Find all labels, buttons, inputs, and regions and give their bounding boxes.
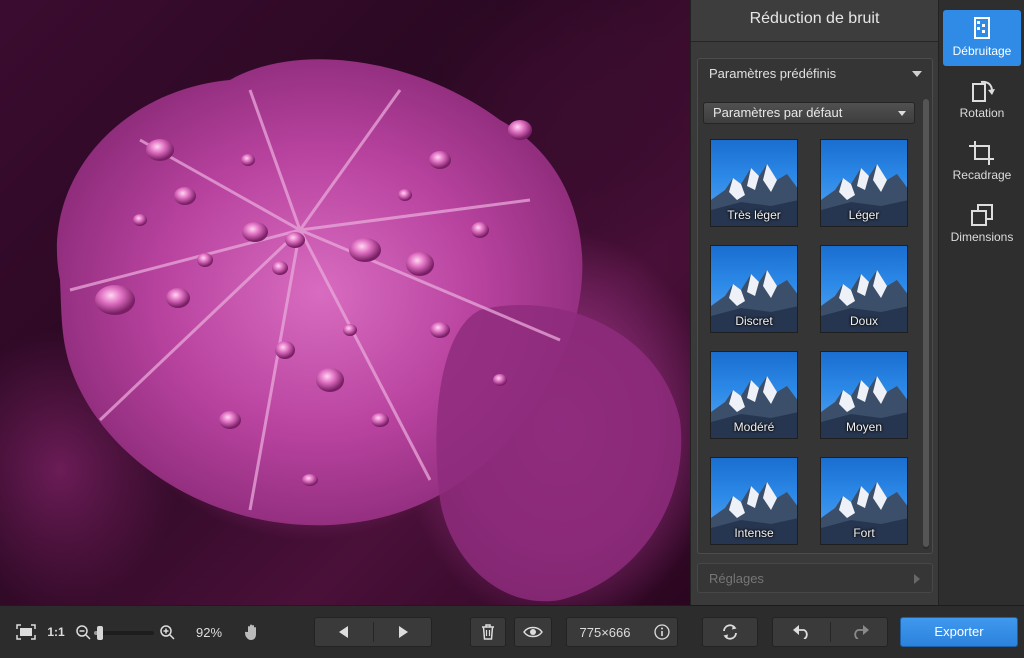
presets-section-label: Paramètres prédéfinis — [709, 66, 837, 81]
export-button[interactable]: Exporter — [900, 617, 1018, 647]
image-dimensions: 775×666 — [579, 624, 631, 640]
trash-icon — [482, 624, 494, 640]
chevron-right-icon — [914, 574, 920, 584]
preset-label: Léger — [848, 208, 880, 222]
zoom-out-icon — [76, 625, 91, 640]
reset-button-inner — [703, 618, 757, 646]
preset-thumbnail[interactable]: Discret — [710, 245, 798, 333]
preset-dropdown[interactable]: Paramètres par défaut — [703, 102, 915, 124]
tool-label: Dimensions — [950, 230, 1014, 244]
presets-scrollbar[interactable] — [923, 99, 929, 549]
tool-rail: Débruitage Rotation Recadrage Dimensions — [938, 0, 1024, 605]
preset-thumbnail[interactable]: Moyen — [820, 351, 908, 439]
preset-label: Intense — [734, 526, 774, 540]
tool-rotation[interactable]: Rotation — [943, 72, 1021, 128]
chevron-down-icon — [898, 111, 906, 116]
preset-dropdown-value: Paramètres par défaut — [713, 105, 843, 120]
preset-label: Fort — [853, 526, 875, 540]
photo-canvas[interactable] — [0, 0, 690, 605]
preset-label: Moyen — [845, 420, 883, 434]
zoom-level: 92% — [195, 624, 223, 640]
crop-icon — [969, 141, 994, 165]
preview-button[interactable] — [514, 617, 552, 647]
undo-icon — [792, 625, 808, 639]
presets-section: Paramètres prédéfinis Paramètres par déf… — [697, 58, 933, 554]
scrollbar-thumb[interactable] — [923, 99, 929, 547]
pan-tool-button[interactable] — [240, 618, 264, 646]
settings-section[interactable]: Réglages — [697, 563, 933, 593]
tool-label: Débruitage — [952, 44, 1012, 58]
info-button[interactable] — [647, 618, 677, 646]
arrow-left-icon — [339, 626, 348, 638]
settings-section-label: Réglages — [709, 571, 764, 586]
tool-label: Recadrage — [952, 168, 1012, 182]
next-button[interactable] — [374, 618, 432, 646]
preset-thumbnail[interactable]: Très léger — [710, 139, 798, 227]
zoom-out-button[interactable] — [74, 618, 92, 646]
noise-reduction-panel: Réduction de bruit Paramètres prédéfinis… — [690, 0, 938, 605]
fit-to-screen-button[interactable] — [12, 618, 40, 646]
preset-label: Discret — [735, 314, 773, 328]
zoom-slider-handle[interactable] — [97, 626, 103, 640]
tool-denoise[interactable]: Débruitage — [943, 10, 1021, 66]
panel-title: Réduction de bruit — [691, 0, 938, 42]
zoom-in-button[interactable] — [158, 618, 176, 646]
delete-button-inner — [471, 618, 505, 646]
redo-button[interactable] — [831, 618, 888, 646]
undo-button[interactable] — [773, 618, 830, 646]
eye-icon — [523, 626, 543, 638]
zoom-slider[interactable] — [94, 626, 154, 640]
image-info-group: 775×666 — [566, 617, 678, 647]
reset-button[interactable] — [702, 617, 758, 647]
previous-button[interactable] — [315, 618, 373, 646]
preset-thumbnail[interactable]: Modéré — [710, 351, 798, 439]
preset-thumbnail[interactable]: Léger — [820, 139, 908, 227]
hand-icon — [244, 624, 256, 640]
preview-button-inner — [515, 618, 551, 646]
delete-button[interactable] — [470, 617, 506, 647]
settings-section-header[interactable]: Réglages — [698, 564, 932, 594]
bottom-toolbar: 1:1 92% 775×666 Exporter — [0, 605, 1024, 658]
preset-label: Modéré — [733, 420, 775, 434]
preset-thumbnail[interactable]: Fort — [820, 457, 908, 545]
refresh-icon — [723, 624, 737, 640]
tool-resize[interactable]: Dimensions — [943, 196, 1021, 252]
history-group — [772, 617, 888, 647]
fit-screen-icon — [16, 624, 36, 640]
info-icon — [654, 624, 670, 640]
preset-label: Très léger — [727, 208, 781, 222]
preset-thumbnail[interactable]: Intense — [710, 457, 798, 545]
photo-image — [56, 59, 682, 602]
actual-size-button[interactable]: 1:1 — [44, 618, 68, 646]
rotation-icon — [972, 80, 995, 102]
presets-section-header[interactable]: Paramètres prédéfinis — [698, 59, 932, 89]
preset-label: Doux — [849, 314, 878, 328]
navigation-group — [314, 617, 432, 647]
chevron-down-icon — [912, 71, 922, 77]
resize-icon — [971, 204, 993, 226]
denoise-icon — [974, 17, 990, 39]
zoom-in-icon — [160, 625, 175, 640]
preset-thumbnail[interactable]: Doux — [820, 245, 908, 333]
tool-label: Rotation — [959, 106, 1005, 120]
tool-crop[interactable]: Recadrage — [943, 134, 1021, 190]
arrow-right-icon — [399, 626, 408, 638]
redo-icon — [853, 625, 869, 639]
